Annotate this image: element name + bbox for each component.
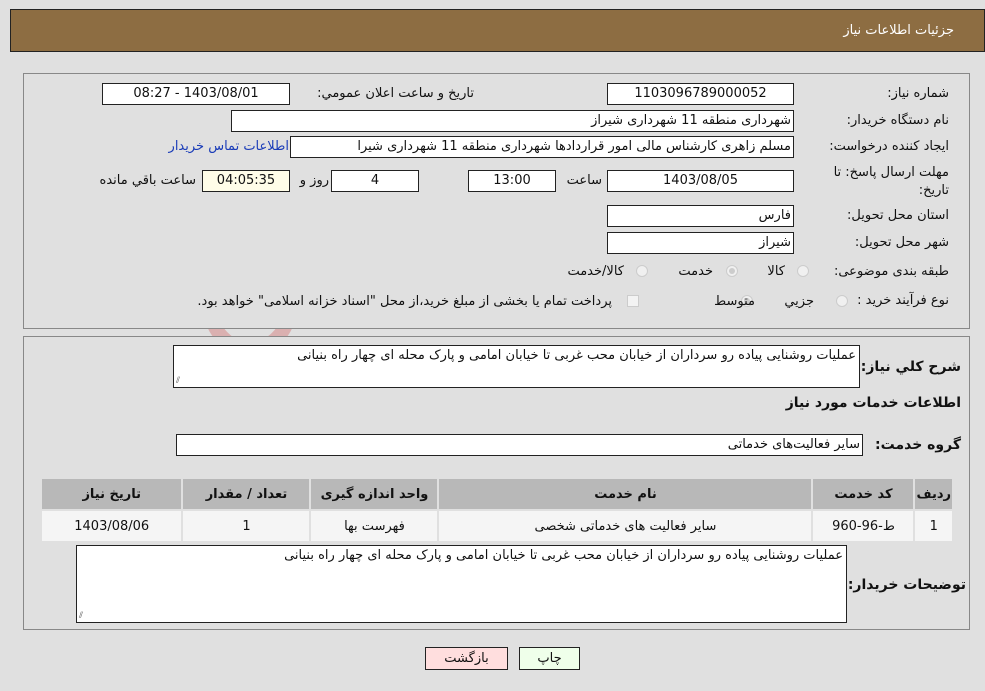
resize-grip-icon[interactable]: ⫽ [79,611,83,621]
buyer-notes-text: عملیات روشنایی پیاده رو سرداران از خیابا… [284,548,843,563]
page-header: جزئیات اطلاعات نیاز [10,9,985,52]
treasury-note: پرداخت تمام یا بخشی از مبلغ خرید،از محل … [197,294,612,309]
description-textarea[interactable]: عملیات روشنایی پیاده رو سرداران از خیابا… [173,345,860,388]
city-field[interactable]: شیراز [607,232,794,254]
resize-grip-icon[interactable]: ⫽ [176,376,180,386]
need-number-label: شماره نیاز: [887,86,949,101]
service-group-field[interactable]: سایر فعالیت‌های خدماتی [176,434,863,456]
process-radio-minor[interactable] [836,295,848,307]
category-option-goods-service: کالا/خدمت [567,264,624,279]
category-radio-goods-service[interactable] [636,265,648,277]
cell-quantity: 1 [181,509,312,543]
page-title: جزئیات اطلاعات نیاز [843,23,954,38]
process-option-minor: جزيي [784,294,814,309]
time-label: ساعت [566,173,602,188]
category-radio-service[interactable] [726,265,738,277]
buyer-notes-label: توضیحات خریدار: [847,577,966,593]
days-field[interactable]: 4 [331,170,419,192]
province-field[interactable]: فارس [607,205,794,227]
cell-unit: فهرست بها [309,509,440,543]
category-option-service: خدمت [678,264,713,279]
buyer-notes-textarea[interactable]: عملیات روشنایی پیاده رو سرداران از خیابا… [76,545,847,623]
col-service-code: کد خدمت [811,477,916,511]
process-label: نوع فرآیند خرید : [857,293,949,308]
cell-need-date: 1403/08/06 [39,509,184,543]
need-info-panel: شماره نیاز: 1103096789000052 تاریخ و ساع… [23,73,970,329]
col-need-date: تاریخ نیاز [39,477,184,511]
city-label: شهر محل تحویل: [854,235,949,250]
category-radio-goods[interactable] [797,265,809,277]
category-label: طبقه بندی موضوعی: [833,264,949,279]
need-details-panel: شرح کلي نیاز: عملیات روشنایی پیاده رو سر… [23,336,970,630]
services-heading: اطلاعات خدمات مورد نیاز [785,395,961,411]
process-option-medium: متوسط [714,294,755,309]
description-text: عملیات روشنایی پیاده رو سرداران از خیابا… [297,348,856,363]
back-button[interactable]: بازگشت [425,647,508,670]
table-header-row: ردیف کد خدمت نام خدمت واحد اندازه گیری ت… [39,477,954,511]
services-table: ردیف کد خدمت نام خدمت واحد اندازه گیری ت… [39,477,954,543]
announce-label: تاریخ و ساعت اعلان عمومي: [317,86,474,101]
description-label: شرح کلي نیاز: [860,359,961,375]
buyer-contact-link[interactable]: اطلاعات تماس خریدار [169,139,289,154]
creator-field[interactable]: مسلم زاهری کارشناس مالی امور قراردادها ش… [290,136,794,158]
deadline-date-field[interactable]: 1403/08/05 [607,170,794,192]
col-unit: واحد اندازه گیری [309,477,440,511]
announce-datetime-field[interactable]: 1403/08/01 - 08:27 [102,83,290,105]
province-label: استان محل تحویل: [847,208,949,223]
buyer-org-field[interactable]: شهرداری منطقه 11 شهرداری شیراز [231,110,794,132]
table-row: 1 ط-96-960 سایر فعالیت های خدماتی شخصی ف… [39,509,954,543]
service-group-label: گروه خدمت: [875,437,961,453]
deadline-label: مهلت ارسال پاسخ: تا تاریخ: [833,165,949,198]
remaining-label: ساعت باقي مانده [99,173,196,188]
cell-row-number: 1 [913,509,954,543]
category-option-goods: کالا [767,264,785,279]
creator-label: ایجاد کننده درخواست: [829,139,949,154]
cell-service-code: ط-96-960 [811,509,916,543]
cell-service-name: سایر فعالیت های خدماتی شخصی [437,509,814,543]
remaining-time-field: 04:05:35 [202,170,290,192]
col-service-name: نام خدمت [437,477,814,511]
col-row-number: ردیف [913,477,954,511]
days-label: روز و [299,173,329,188]
need-number-field[interactable]: 1103096789000052 [607,83,794,105]
treasury-checkbox[interactable] [627,295,639,307]
buyer-org-label: نام دستگاه خریدار: [846,113,949,128]
col-quantity: تعداد / مقدار [181,477,312,511]
print-button[interactable]: چاپ [519,647,580,670]
deadline-time-field[interactable]: 13:00 [468,170,556,192]
